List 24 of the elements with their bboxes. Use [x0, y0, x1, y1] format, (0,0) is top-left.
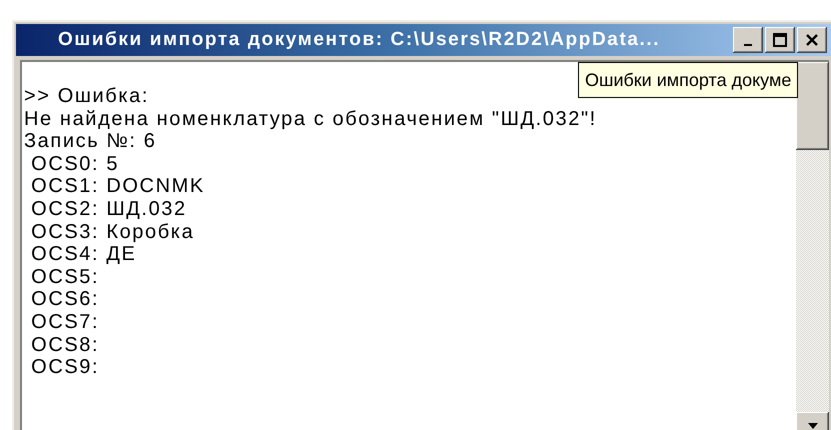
maximize-button[interactable]: [765, 27, 795, 53]
window-title: Ошибки импорта документов: C:\Users\R2D2\AppData...: [58, 29, 662, 51]
tooltip: Ошибки импорта докуме: [578, 62, 798, 98]
close-button[interactable]: [797, 27, 827, 53]
scrollbar-thumb[interactable]: [796, 62, 829, 150]
log-line: OCS2: ШД.032: [30, 198, 188, 221]
minimize-button[interactable]: [733, 27, 763, 53]
close-icon: [805, 34, 819, 46]
log-line: OCS1: DOCNMK: [30, 175, 206, 198]
minimize-icon: [744, 44, 752, 46]
log-line: OCS5:: [30, 266, 100, 288]
log-line: Запись №: 6: [24, 130, 158, 153]
log-line: OCS7:: [30, 310, 100, 334]
log-line: OCS4: ДЕ: [30, 243, 138, 266]
log-line: >> Ошибка:: [24, 85, 150, 108]
log-line: Не найдена номенклатура с обозначением "ШД.032"!: [24, 108, 598, 130]
log-line: OCS9:: [30, 356, 100, 379]
log-line: OCS8:: [30, 334, 100, 356]
maximize-icon: [773, 33, 787, 47]
down-arrow-icon: [808, 423, 818, 429]
vertical-scrollbar[interactable]: [796, 62, 829, 430]
log-line: OCS3: Коробка: [30, 220, 196, 244]
log-line: OCS0: 5: [30, 152, 120, 176]
log-line: OCS6:: [30, 288, 100, 311]
